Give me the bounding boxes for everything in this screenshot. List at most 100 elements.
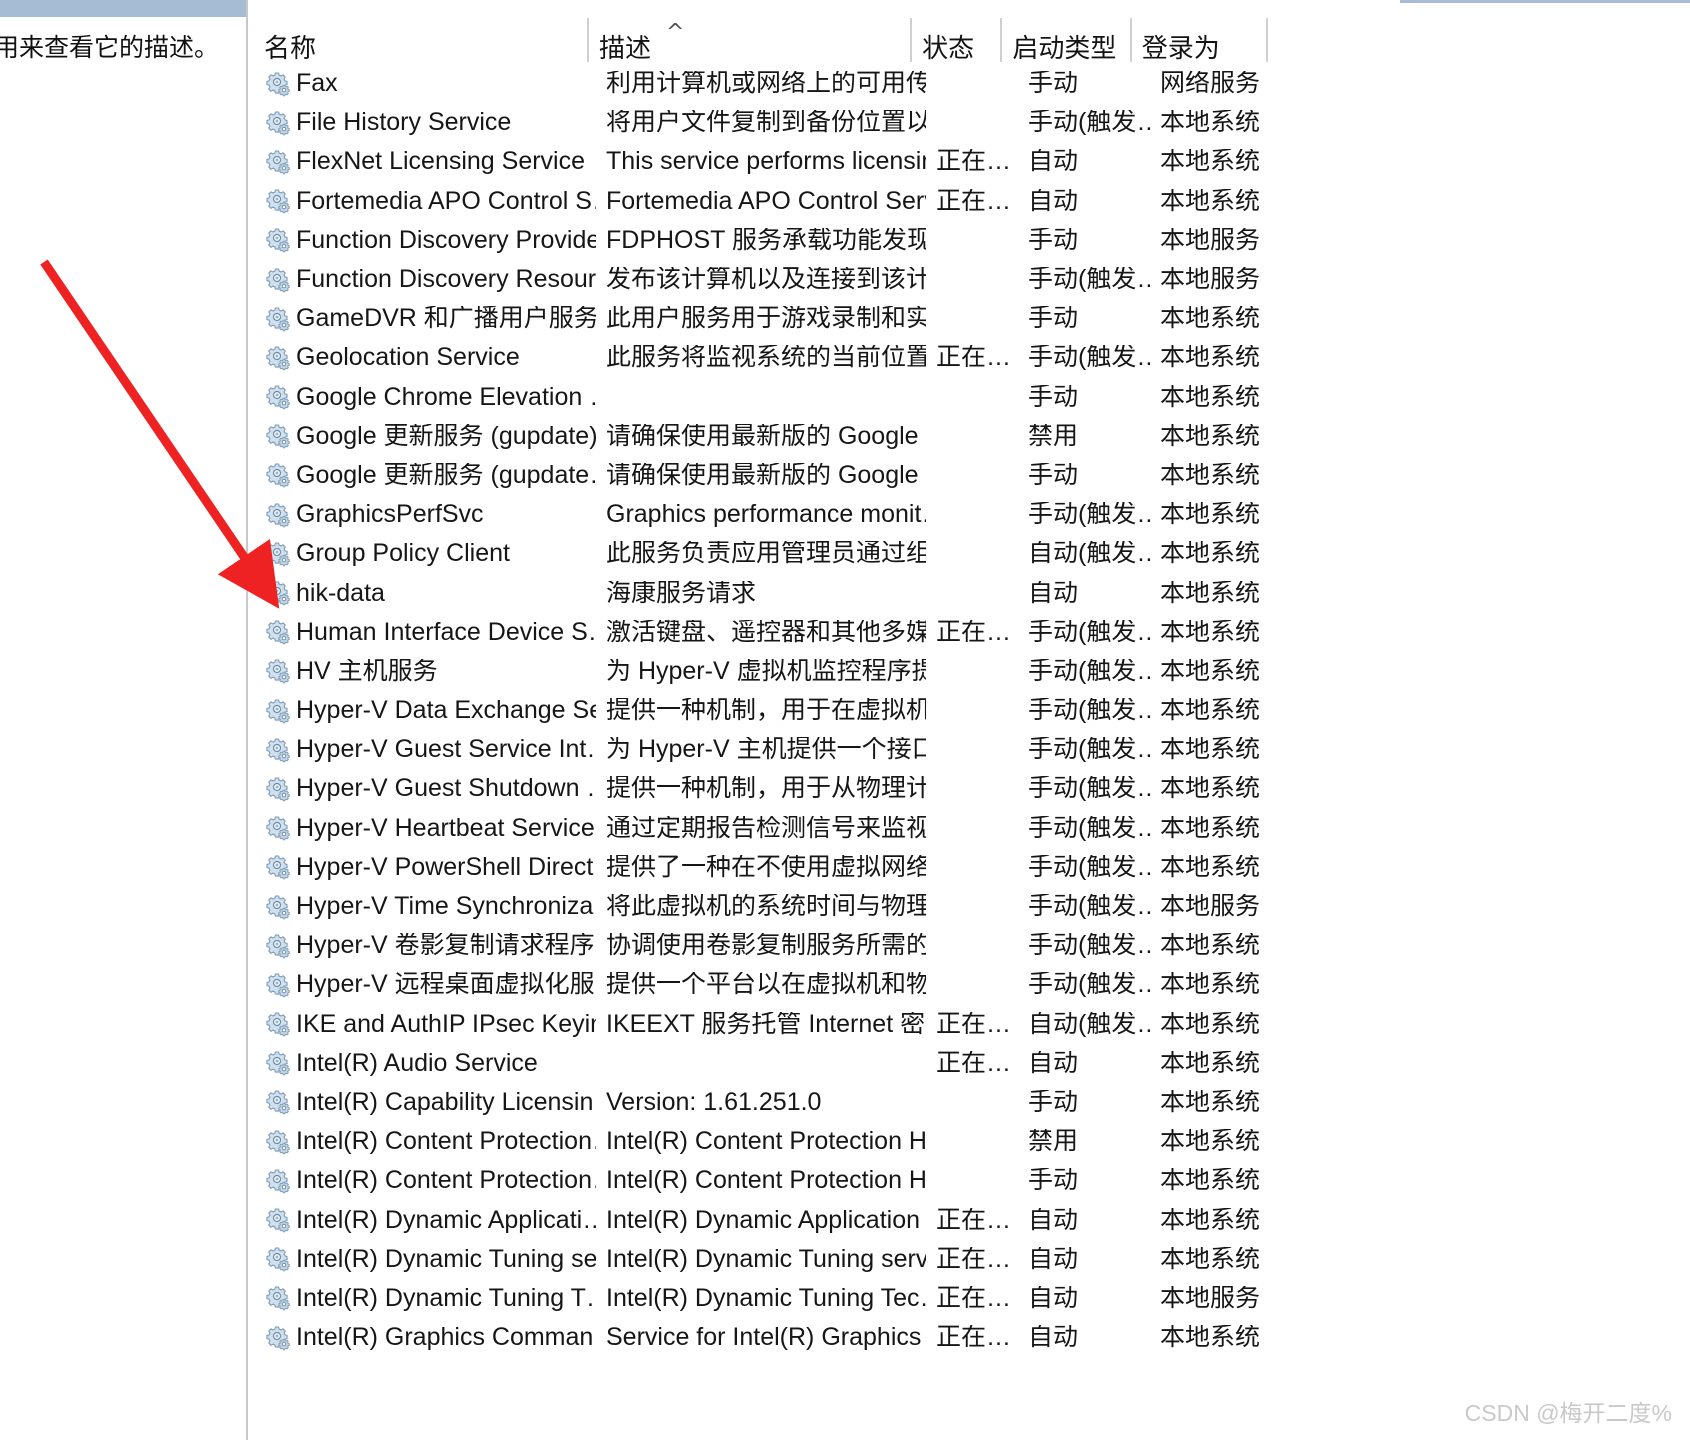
table-row[interactable]: Hyper-V Data Exchange Se… 提供一种机制，用于在虚拟机… 手… — [246, 691, 1690, 730]
cell-service-name[interactable]: Fortemedia APO Control S… — [246, 188, 598, 214]
cell-service-name[interactable]: Geolocation Service — [246, 345, 598, 371]
table-row[interactable]: Intel(R) Dynamic Tuning T… Intel(R) Dynam… — [246, 1279, 1690, 1318]
column-divider[interactable] — [1129, 18, 1132, 62]
cell-startup-type: 自动 — [1020, 189, 1152, 214]
cell-description: Intel(R) Dynamic Tuning servi… — [598, 1247, 928, 1272]
table-row[interactable]: Function Discovery Resour… 发布该计算机以及连接到该计…… — [246, 260, 1690, 299]
service-logon-as-label: 本地系统 — [1160, 1011, 1261, 1037]
table-row[interactable]: Intel(R) Content Protection… Intel(R) Con… — [246, 1122, 1690, 1161]
cell-service-name[interactable]: Hyper-V Time Synchroniza… — [246, 894, 598, 920]
service-name-label: GameDVR 和广播用户服务… — [296, 306, 596, 332]
table-row[interactable]: Intel(R) Audio Service 正在… 自动 本地系统 — [246, 1044, 1690, 1083]
table-row[interactable]: Hyper-V 卷影复制请求程序 协调使用卷影复制服务所需的… 手动(触发… 本地系统 — [246, 926, 1690, 965]
service-logon-as-label: 本地服务 — [1160, 227, 1261, 253]
column-divider[interactable] — [586, 18, 589, 62]
table-row[interactable]: GameDVR 和广播用户服务… 此用户服务用于游戏录制和实… 手动 本地系统 — [246, 299, 1690, 338]
cell-description: 此服务负责应用管理员通过组… — [598, 541, 928, 566]
gear-icon — [266, 150, 290, 175]
cell-service-name[interactable]: hik-data — [246, 580, 598, 606]
table-row[interactable]: Google 更新服务 (gupdate) 请确保使用最新版的 Google … 禁… — [246, 417, 1690, 456]
table-row[interactable]: Function Discovery Provide… FDPHOST 服务承载功… — [246, 221, 1690, 260]
cell-service-name[interactable]: GraphicsPerfSvc — [246, 502, 598, 528]
table-row[interactable]: Intel(R) Dynamic Applicati… Intel(R) Dyna… — [246, 1200, 1690, 1239]
cell-description: IKEEXT 服务托管 Internet 密钥… — [598, 1012, 928, 1037]
cell-service-name[interactable]: Function Discovery Resour… — [246, 267, 598, 293]
cell-service-name[interactable]: Intel(R) Audio Service — [246, 1050, 598, 1076]
table-row[interactable]: HV 主机服务 为 Hyper-V 虚拟机监控程序提… 手动(触发… 本地系统 — [246, 652, 1690, 691]
cell-service-name[interactable]: Hyper-V Guest Shutdown … — [246, 776, 598, 802]
cell-service-name[interactable]: Intel(R) Capability Licensin… — [246, 1089, 598, 1115]
cell-service-name[interactable]: Human Interface Device S… — [246, 619, 598, 645]
service-name-label: hik-data — [296, 580, 385, 606]
cell-description: This service performs licensin… — [598, 149, 928, 174]
table-row[interactable]: Hyper-V Time Synchroniza… 将此虚拟机的系统时间与物理… 手… — [246, 887, 1690, 926]
column-divider[interactable] — [910, 18, 913, 62]
table-row[interactable]: Group Policy Client 此服务负责应用管理员通过组… 自动(触发… 本… — [246, 534, 1690, 573]
table-row[interactable]: Geolocation Service 此服务将监视系统的当前位置… 正在… 手动(触… — [246, 338, 1690, 377]
cell-service-name[interactable]: Hyper-V Guest Service Int… — [246, 737, 598, 763]
cell-service-name[interactable]: Intel(R) Dynamic Applicati… — [246, 1207, 598, 1233]
table-row[interactable]: Hyper-V PowerShell Direct… 提供了一种在不使用虚拟网络…… — [246, 848, 1690, 887]
table-row[interactable]: Intel(R) Dynamic Tuning se… Intel(R) Dyna… — [246, 1240, 1690, 1279]
cell-service-name[interactable]: Intel(R) Dynamic Tuning T… — [246, 1285, 598, 1311]
cell-startup-type: 手动(触发… — [1020, 620, 1152, 645]
table-row[interactable]: Hyper-V Guest Shutdown … 提供一种机制，用于从物理计… 手动… — [246, 769, 1690, 808]
column-header-startup-type[interactable]: 启动类型 — [1000, 14, 1133, 63]
column-header-logon-as[interactable]: 登录为 — [1129, 14, 1271, 63]
cell-service-name[interactable]: Hyper-V Data Exchange Se… — [246, 698, 598, 724]
service-name-label: Hyper-V Data Exchange Se… — [296, 698, 596, 724]
table-row[interactable]: Intel(R) Graphics Comman… Service for Int… — [246, 1318, 1690, 1357]
cell-service-name[interactable]: Hyper-V 远程桌面虚拟化服… — [246, 972, 598, 998]
table-row[interactable]: Intel(R) Capability Licensin… Version: 1.… — [246, 1083, 1690, 1122]
table-row[interactable]: Hyper-V 远程桌面虚拟化服… 提供一个平台以在虚拟机和物… 手动(触发… 本地系… — [246, 965, 1690, 1004]
cell-service-name[interactable]: Google 更新服务 (gupdate) — [246, 423, 598, 449]
cell-service-name[interactable]: Intel(R) Content Protection… — [246, 1129, 598, 1155]
cell-service-name[interactable]: HV 主机服务 — [246, 658, 598, 684]
cell-service-name[interactable]: IKE and AuthIP IPsec Keyin… — [246, 1011, 598, 1037]
column-divider[interactable] — [1265, 18, 1268, 62]
table-row[interactable]: File History Service 将用户文件复制到备份位置以… 手动(触发…… — [246, 103, 1690, 142]
cell-service-name[interactable]: FlexNet Licensing Service — [246, 149, 598, 175]
service-startup-type-label: 自动 — [1028, 1285, 1079, 1311]
table-row[interactable]: Fortemedia APO Control S… Fortemedia APO … — [246, 182, 1690, 221]
cell-description: 将用户文件复制到备份位置以… — [598, 110, 928, 135]
table-row[interactable]: Human Interface Device S… 激活键盘、遥控器和其他多媒… 正… — [246, 613, 1690, 652]
cell-service-name[interactable]: Function Discovery Provide… — [246, 227, 598, 253]
table-row[interactable]: Fax 利用计算机或网络上的可用传… 手动 网络服务 — [246, 64, 1690, 103]
gear-icon — [266, 1208, 290, 1233]
column-divider[interactable] — [1000, 18, 1003, 62]
table-row[interactable]: FlexNet Licensing Service This service pe… — [246, 142, 1690, 181]
column-header-description[interactable]: 描述 — [586, 14, 914, 63]
table-row[interactable]: Google 更新服务 (gupdate… 请确保使用最新版的 Google … 手… — [246, 456, 1690, 495]
column-header-name[interactable]: 名称 ^ — [246, 14, 684, 64]
cell-startup-type: 自动(触发… — [1020, 1012, 1152, 1037]
cell-service-name[interactable]: Google Chrome Elevation … — [246, 384, 598, 410]
cell-service-name[interactable]: Intel(R) Graphics Comman… — [246, 1325, 598, 1351]
cell-service-name[interactable]: File History Service — [246, 110, 598, 136]
cell-service-name[interactable]: Hyper-V 卷影复制请求程序 — [246, 933, 598, 959]
table-row[interactable]: Google Chrome Elevation … 手动 本地系统 — [246, 378, 1690, 417]
column-header-status[interactable]: 状态 — [910, 14, 1004, 63]
cell-service-name[interactable]: Google 更新服务 (gupdate… — [246, 462, 598, 488]
cell-service-name[interactable]: GameDVR 和广播用户服务… — [246, 306, 598, 332]
cell-service-name[interactable]: Group Policy Client — [246, 541, 598, 567]
cell-description: FDPHOST 服务承载功能发现(… — [598, 228, 928, 253]
cell-service-name[interactable]: Intel(R) Content Protection… — [246, 1168, 598, 1194]
cell-status: 正在… — [928, 1012, 1020, 1037]
service-description-label: 海康服务请求 — [606, 580, 757, 606]
cell-logon-as: 本地系统 — [1152, 345, 1292, 370]
cell-service-name[interactable]: Intel(R) Dynamic Tuning se… — [246, 1246, 598, 1272]
cell-service-name[interactable]: Hyper-V Heartbeat Service — [246, 815, 598, 841]
cell-service-name[interactable]: Fax — [246, 71, 598, 97]
column-header-name-label: 名称 — [264, 33, 317, 63]
service-startup-type-label: 自动 — [1028, 149, 1079, 175]
table-row[interactable]: IKE and AuthIP IPsec Keyin… IKEEXT 服务托管 I… — [246, 1005, 1690, 1044]
service-description-label: 此服务将监视系统的当前位置… — [606, 345, 926, 371]
cell-service-name[interactable]: Hyper-V PowerShell Direct… — [246, 854, 598, 880]
table-row[interactable]: hik-data 海康服务请求 自动 本地系统 — [246, 573, 1690, 612]
service-description-label: 提供一种机制，用于在虚拟机… — [606, 698, 926, 724]
table-row[interactable]: GraphicsPerfSvc Graphics performance moni… — [246, 495, 1690, 534]
table-row[interactable]: Hyper-V Heartbeat Service 通过定期报告检测信号来监视… 手… — [246, 809, 1690, 848]
table-row[interactable]: Intel(R) Content Protection… Intel(R) Con… — [246, 1161, 1690, 1200]
table-row[interactable]: Hyper-V Guest Service Int… 为 Hyper-V 主机提供… — [246, 730, 1690, 769]
